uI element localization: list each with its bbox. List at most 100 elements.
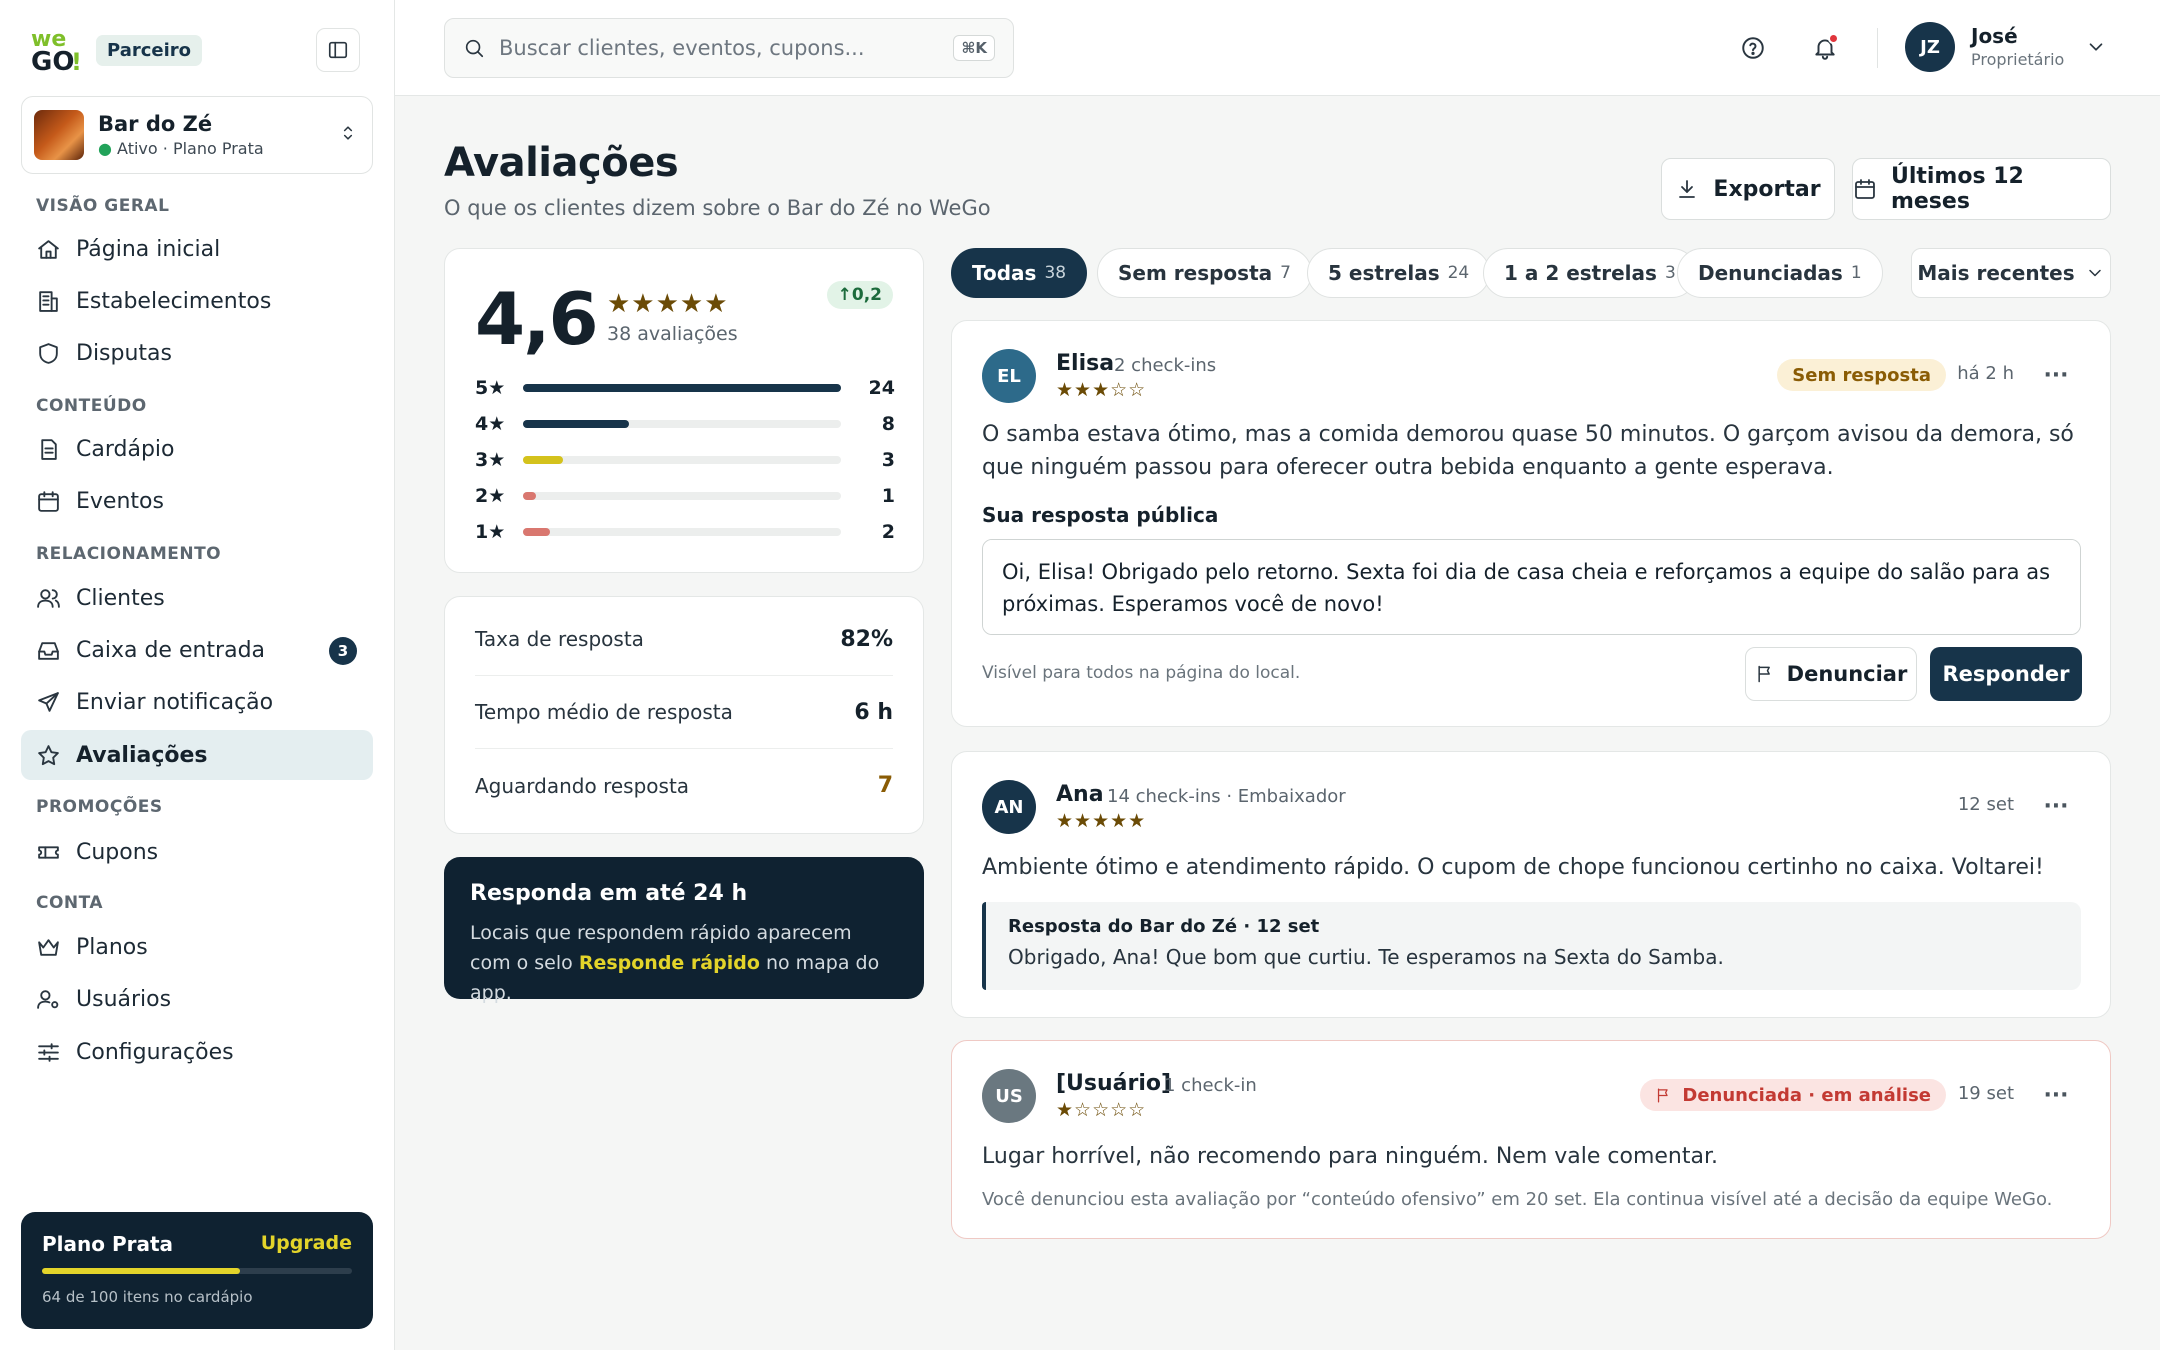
sidebar-item-menu[interactable]: Cardápio	[21, 424, 373, 474]
distribution-count: 3	[881, 449, 895, 471]
venue-switcher[interactable]: Bar do Zé ● Ativo · Plano Prata	[21, 96, 373, 174]
chevron-up-down-icon	[343, 126, 353, 140]
reviewer-avatar: US	[982, 1069, 1036, 1123]
search-input[interactable]	[499, 36, 939, 60]
sidebar-item-send-notification[interactable]: Enviar notificação	[21, 677, 373, 727]
distribution-count: 1	[881, 485, 895, 507]
search-icon	[465, 39, 484, 58]
sidebar-item-coupons[interactable]: Cupons	[21, 827, 373, 877]
sidebar-item-users[interactable]: Usuários	[21, 974, 373, 1024]
calendar-icon	[1855, 179, 1875, 199]
reviewer-name[interactable]: Ana	[1056, 782, 1104, 807]
chevron-down-icon[interactable]	[2085, 36, 2107, 58]
report-button[interactable]: Denunciar	[1745, 647, 1917, 701]
status-badge: Denunciada · em análise	[1640, 1079, 1946, 1111]
sort-dropdown[interactable]: Mais recentes	[1911, 248, 2111, 298]
distribution-count: 8	[881, 413, 895, 435]
chevron-down-icon	[2088, 269, 2101, 277]
sidebar-item-settings[interactable]: Configurações	[21, 1027, 373, 1077]
more-options-icon[interactable]: ···	[2042, 792, 2070, 820]
review-card: AN Ana 14 check-ins · Embaixador ★★★★★ 1…	[951, 751, 2111, 1018]
sidebar-item-plans[interactable]: Planos	[21, 922, 373, 972]
average-stars: ★★★★★	[607, 289, 729, 319]
star-icon	[38, 744, 59, 765]
distribution-track	[523, 492, 841, 500]
sidebar-toggle-icon	[328, 41, 348, 59]
filter-chip-all[interactable]: Todas 38	[951, 248, 1088, 298]
chip-count: 1	[1850, 263, 1862, 283]
sidebar-item-label: Estabelecimentos	[76, 288, 272, 314]
user-name[interactable]: José	[1971, 24, 2018, 48]
sidebar-item-reviews[interactable]: Avaliações	[21, 730, 373, 780]
help-button[interactable]	[1733, 28, 1773, 68]
reply-textarea[interactable]: Oi, Elisa! Obrigado pelo retorno. Sexta …	[982, 539, 2081, 635]
plan-usage-bar	[42, 1268, 352, 1274]
venue-status-text: Ativo · Plano Prata	[117, 139, 264, 158]
reply-label: Sua resposta pública	[982, 503, 1219, 527]
review-stars: ★★★★★	[1056, 810, 1147, 832]
topbar-divider	[1877, 28, 1878, 68]
sidebar-item-label: Cupons	[76, 839, 159, 865]
stat-value: 82%	[840, 626, 893, 652]
user-avatar[interactable]: JZ	[1905, 22, 1955, 72]
review-text: Lugar horrível, não recomendo para ningu…	[982, 1144, 1719, 1169]
nav-section-title: CONTEÚDO	[36, 396, 147, 416]
collapse-sidebar-button[interactable]	[316, 28, 360, 72]
filter-chip-1-2-stars[interactable]: 1 a 2 estrelas 3	[1483, 248, 1697, 298]
sidebar-item-establishments[interactable]: Estabelecimentos	[21, 276, 373, 326]
crown-icon	[38, 938, 59, 956]
calendar-icon	[38, 490, 59, 512]
sidebar-item-home[interactable]: Página inicial	[21, 224, 373, 274]
filter-chip-reported[interactable]: Denunciadas 1	[1677, 248, 1883, 298]
chip-label: 5 estrelas	[1328, 261, 1440, 285]
export-button[interactable]: Exportar	[1661, 158, 1835, 220]
distribution-count: 24	[868, 377, 895, 399]
wego-logo[interactable]: we GO !	[31, 26, 83, 72]
sidebar-item-inbox[interactable]: Caixa de entrada 3	[21, 625, 373, 675]
filter-chip-5-stars[interactable]: 5 estrelas 24	[1307, 248, 1491, 298]
response-tip-card: Responda em até 24 h Locais que responde…	[444, 857, 924, 1004]
owner-reply-title: Resposta do Bar do Zé · 12 set	[1008, 916, 1320, 937]
sidebar-item-label: Página inicial	[76, 236, 221, 262]
period-selector[interactable]: Últimos 12 meses	[1852, 158, 2111, 220]
period-label: Últimos 12 meses	[1890, 164, 2024, 214]
chip-label: Denunciadas	[1698, 261, 1843, 285]
upgrade-link[interactable]: Upgrade	[261, 1232, 352, 1256]
chip-label: Sem resposta	[1118, 261, 1273, 285]
trend-value: 0,2	[851, 285, 882, 305]
send-icon	[38, 691, 59, 712]
venue-photo	[34, 110, 84, 160]
nav-section-title: PROMOÇÕES	[36, 797, 163, 817]
status-dot-icon: ●	[98, 139, 118, 158]
filter-chip-unanswered[interactable]: Sem resposta 7	[1097, 248, 1312, 298]
distribution-label: 2★	[475, 485, 506, 507]
more-options-icon[interactable]: ···	[2042, 1081, 2070, 1109]
sidebar-item-label: Cardápio	[76, 436, 175, 462]
search-box[interactable]: ⌘K	[444, 18, 1014, 78]
response-stats-card: Taxa de resposta 82% Tempo médio de resp…	[444, 596, 924, 834]
stat-label: Taxa de resposta	[475, 627, 644, 651]
download-icon	[1679, 180, 1696, 198]
report-label: Denunciar	[1786, 662, 1908, 686]
inbox-icon	[38, 641, 59, 660]
distribution-label: 1★	[475, 521, 506, 543]
reviewer-name[interactable]: [Usuário]	[1056, 1071, 1171, 1096]
review-date: 19 set	[1957, 1083, 2014, 1104]
building-icon	[39, 290, 58, 312]
more-options-icon[interactable]: ···	[2042, 361, 2070, 389]
sidebar: we GO ! Parceiro Bar do Zé ● Ativo · Pla…	[0, 0, 395, 1350]
reply-button[interactable]: Responder	[1930, 647, 2082, 701]
sidebar-item-clients[interactable]: Clientes	[21, 573, 373, 623]
reply-hint: Visível para todos na página do local.	[982, 663, 1301, 683]
plan-usage-text: 64 de 100 itens no cardápio	[42, 1288, 253, 1306]
distribution-track	[523, 456, 841, 464]
notifications-button[interactable]	[1805, 28, 1845, 68]
reviewer-avatar: AN	[982, 780, 1036, 834]
svg-text:GO: GO	[31, 47, 74, 72]
nav-section-title: RELACIONAMENTO	[36, 544, 222, 564]
plan-usage-fill	[42, 1268, 241, 1274]
stat-value: 7	[877, 773, 893, 798]
reviewer-name[interactable]: Elisa	[1056, 351, 1114, 376]
sidebar-item-events[interactable]: Eventos	[21, 476, 373, 526]
sidebar-item-disputes[interactable]: Disputas	[21, 328, 373, 378]
